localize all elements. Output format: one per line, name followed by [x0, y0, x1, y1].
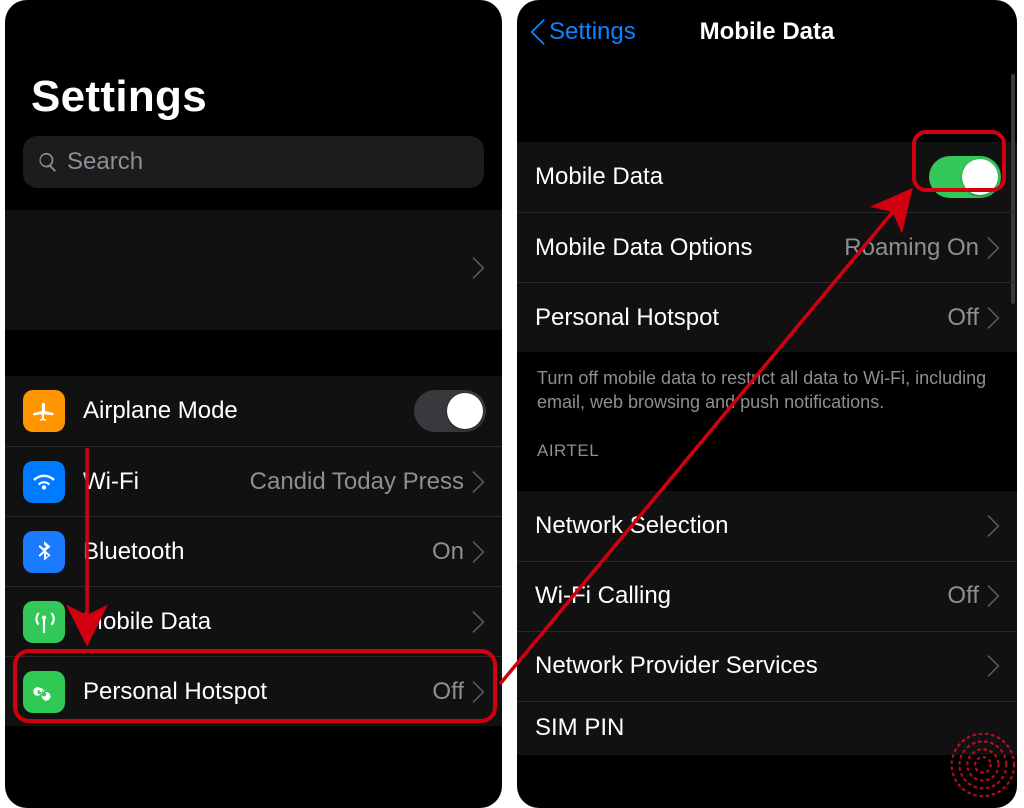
airplane-mode-row[interactable]: Airplane Mode — [5, 376, 502, 446]
row-value: Off — [947, 304, 979, 332]
search-input[interactable]: Search — [23, 136, 484, 188]
row-label: Bluetooth — [83, 538, 184, 566]
chevron-right-icon — [987, 307, 1001, 329]
back-button[interactable]: Settings — [529, 18, 636, 46]
mobile-data-screen: Settings Mobile Data Mobile Data Mobile … — [517, 0, 1017, 808]
row-label: Network Selection — [535, 512, 728, 540]
mobile-data-group: Mobile Data Mobile Data Options Roaming … — [517, 142, 1017, 352]
chevron-right-icon — [472, 471, 486, 493]
row-label: Mobile Data Options — [535, 234, 752, 262]
settings-screen: Settings Search Airplane Mode Wi-Fi Ca — [5, 0, 502, 808]
network-selection-row[interactable]: Network Selection — [517, 491, 1017, 561]
network-provider-services-row[interactable]: Network Provider Services — [517, 631, 1017, 701]
row-value: Roaming On — [844, 234, 979, 262]
connectivity-group: Airplane Mode Wi-Fi Candid Today Press B… — [5, 376, 502, 726]
nav-title: Mobile Data — [700, 18, 835, 46]
row-label: Mobile Data — [83, 608, 211, 636]
chevron-right-icon — [472, 611, 486, 633]
personal-hotspot-row[interactable]: Personal Hotspot Off — [5, 656, 502, 726]
row-value: Off — [947, 582, 979, 610]
bluetooth-icon — [23, 531, 65, 573]
row-label: Personal Hotspot — [535, 304, 719, 332]
row-label: Network Provider Services — [535, 652, 818, 680]
row-label: Mobile Data — [535, 163, 663, 191]
search-placeholder: Search — [67, 148, 143, 176]
wifi-row[interactable]: Wi-Fi Candid Today Press — [5, 446, 502, 516]
mobile-data-toggle-row[interactable]: Mobile Data — [517, 142, 1017, 212]
apple-id-row[interactable] — [5, 210, 502, 330]
antenna-icon — [23, 601, 65, 643]
search-icon — [37, 151, 59, 173]
row-value: Candid Today Press — [250, 468, 464, 496]
chevron-right-icon — [987, 515, 1001, 537]
mobile-data-options-row[interactable]: Mobile Data Options Roaming On — [517, 212, 1017, 282]
back-label: Settings — [549, 18, 636, 46]
nav-bar: Settings Mobile Data — [517, 0, 1017, 64]
chevron-right-icon — [472, 257, 486, 284]
bluetooth-row[interactable]: Bluetooth On — [5, 516, 502, 586]
row-value: On — [432, 538, 464, 566]
chevron-right-icon — [472, 541, 486, 563]
wifi-calling-row[interactable]: Wi-Fi Calling Off — [517, 561, 1017, 631]
row-label: SIM PIN — [535, 714, 624, 742]
chevron-right-icon — [987, 237, 1001, 259]
airplane-icon — [23, 390, 65, 432]
mobile-data-toggle[interactable] — [929, 156, 1001, 198]
mobile-data-footnote: Turn off mobile data to restrict all dat… — [517, 352, 1017, 421]
carrier-group: Network Selection Wi-Fi Calling Off Netw… — [517, 491, 1017, 755]
page-title: Settings — [5, 0, 502, 136]
hotspot-icon — [23, 671, 65, 713]
row-label: Airplane Mode — [83, 397, 238, 425]
row-label: Wi-Fi Calling — [535, 582, 671, 610]
chevron-right-icon — [472, 681, 486, 703]
row-label: Personal Hotspot — [83, 678, 267, 706]
row-label: Wi-Fi — [83, 468, 139, 496]
carrier-section-header: AIRTEL — [517, 421, 1017, 469]
wifi-icon — [23, 461, 65, 503]
airplane-mode-toggle[interactable] — [414, 390, 486, 432]
chevron-right-icon — [987, 585, 1001, 607]
mobile-data-row[interactable]: Mobile Data — [5, 586, 502, 656]
personal-hotspot-row[interactable]: Personal Hotspot Off — [517, 282, 1017, 352]
chevron-right-icon — [987, 655, 1001, 677]
row-value: Off — [432, 678, 464, 706]
watermark-logo — [940, 722, 1018, 800]
